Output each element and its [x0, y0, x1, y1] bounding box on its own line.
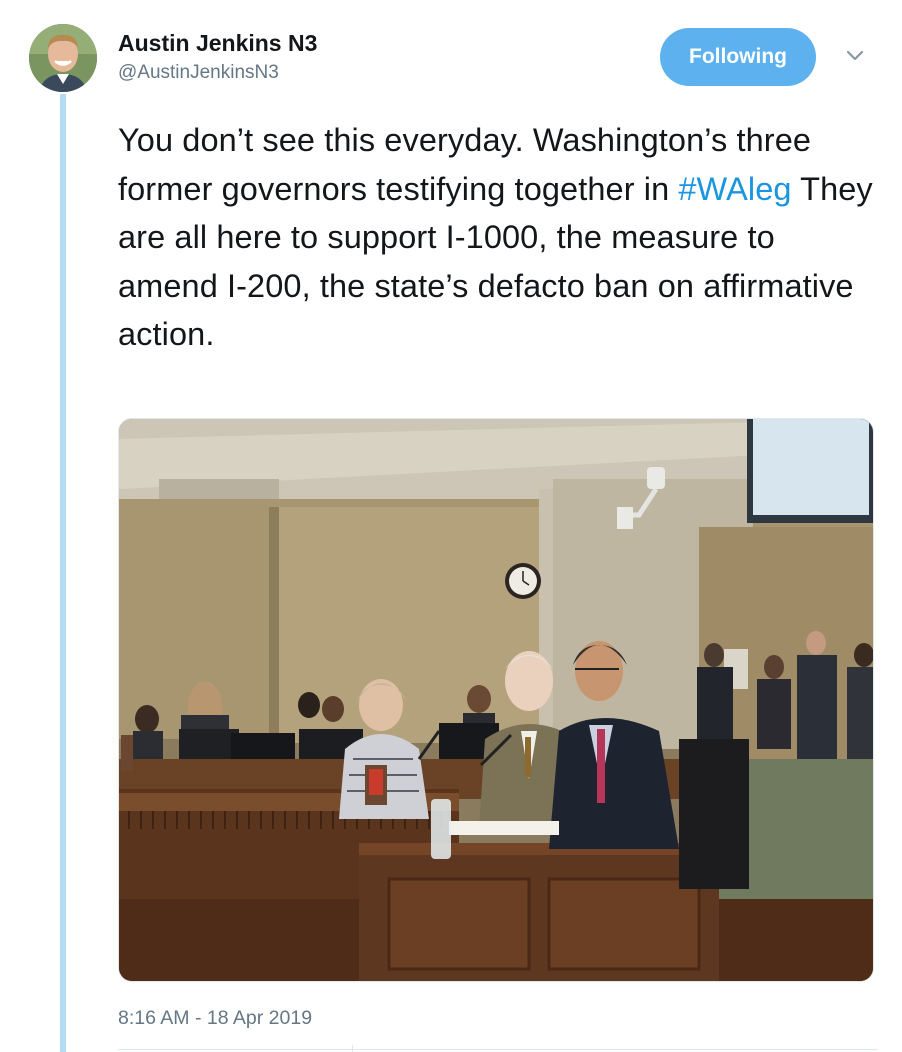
tweet-photo[interactable]: [118, 418, 874, 982]
thread-connector-line: [60, 94, 66, 1052]
avatar-photo: [29, 24, 97, 92]
hashtag-link[interactable]: #WAleg: [678, 171, 791, 207]
author-handle[interactable]: @AustinJenkinsN3: [118, 62, 279, 84]
tweet-timestamp[interactable]: 8:16 AM - 18 Apr 2019: [118, 1007, 312, 1030]
divider-tick: [352, 1045, 353, 1052]
divider: [118, 1049, 878, 1050]
author-name[interactable]: Austin Jenkins N3: [118, 30, 317, 57]
hearing-room-photo: [119, 419, 873, 981]
avatar[interactable]: [29, 24, 97, 92]
tweet-text: You don’t see this everyday. Washington’…: [118, 116, 878, 359]
chevron-down-icon[interactable]: [844, 44, 866, 66]
following-button[interactable]: Following: [660, 28, 816, 86]
